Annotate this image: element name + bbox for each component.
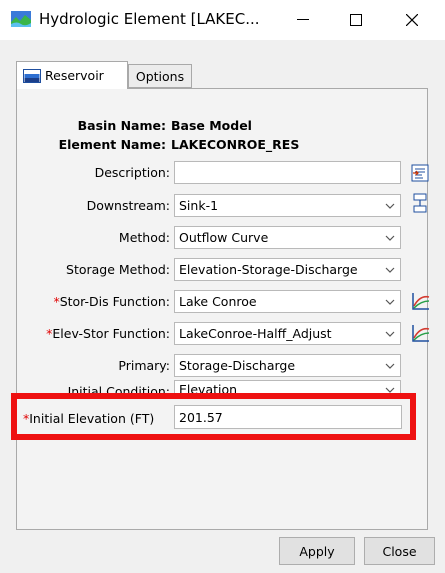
storage-method-label: Storage Method: <box>66 262 170 277</box>
stor-dis-function-select[interactable]: Lake Conroe <box>174 290 401 313</box>
tab-reservoir-label: Reservoir <box>45 68 104 83</box>
storage-method-select[interactable]: Elevation-Storage-Discharge <box>174 258 401 281</box>
description-input[interactable] <box>174 161 401 184</box>
window-title: Hydrologic Element [LAKEC... <box>39 10 260 28</box>
primary-select[interactable]: Storage-Discharge <box>174 354 401 377</box>
chevron-down-icon <box>385 331 395 337</box>
apply-button[interactable]: Apply <box>279 537 355 565</box>
stor-dis-function-label-text: Stor-Dis Function: <box>59 294 170 309</box>
method-label: Method: <box>118 230 170 245</box>
elev-stor-function-select[interactable]: LakeConroe-Halff_Adjust <box>174 322 401 345</box>
maximize-icon <box>350 14 362 26</box>
chart-icon <box>412 325 430 342</box>
chart-icon <box>412 293 430 310</box>
description-editor-icon <box>411 164 429 182</box>
chevron-down-icon <box>385 203 395 209</box>
elev-stor-function-value: LakeConroe-Halff_Adjust <box>179 326 332 341</box>
element-name-value: LAKECONROE_RES <box>171 137 300 152</box>
elev-stor-function-chart-button[interactable] <box>410 322 432 344</box>
chevron-down-icon <box>385 299 395 305</box>
elev-stor-function-label: *Elev-Stor Function: <box>46 326 170 341</box>
description-label: Description: <box>94 165 170 180</box>
initial-elevation-value: 201.57 <box>179 409 223 425</box>
element-name-label: Element Name: <box>58 137 166 152</box>
elev-stor-function-label-text: Elev-Stor Function: <box>52 326 170 341</box>
title-bar: Hydrologic Element [LAKEC... <box>0 0 445 40</box>
downstream-value: Sink-1 <box>179 198 219 213</box>
network-icon <box>413 193 427 213</box>
chevron-down-icon <box>385 235 395 241</box>
close-window-button[interactable] <box>390 0 434 40</box>
maximize-button[interactable] <box>334 0 378 40</box>
stor-dis-function-value: Lake Conroe <box>179 294 257 309</box>
stor-dis-function-label: *Stor-Dis Function: <box>53 294 170 309</box>
downstream-network-button[interactable] <box>409 192 431 214</box>
description-editor-button[interactable] <box>409 162 431 184</box>
method-select[interactable]: Outflow Curve <box>174 226 401 249</box>
basin-name-value: Base Model <box>171 118 252 133</box>
close-icon <box>406 14 418 26</box>
tab-options[interactable]: Options <box>128 64 192 88</box>
minimize-icon <box>297 19 309 20</box>
method-value: Outflow Curve <box>179 230 269 245</box>
basin-name-label: Basin Name: <box>77 118 166 133</box>
initial-elevation-label-text: Initial Elevation (FT) <box>29 411 155 426</box>
initial-elevation-input[interactable]: 201.57 <box>174 405 402 429</box>
close-button[interactable]: Close <box>364 537 435 565</box>
stor-dis-function-chart-button[interactable] <box>410 290 432 312</box>
storage-method-value: Elevation-Storage-Discharge <box>179 262 358 277</box>
downstream-select[interactable]: Sink-1 <box>174 194 401 217</box>
primary-label: Primary: <box>118 358 170 373</box>
app-icon <box>11 11 31 27</box>
chevron-down-icon <box>385 363 395 369</box>
initial-elevation-label: *Initial Elevation (FT) <box>23 411 154 426</box>
tab-reservoir[interactable]: Reservoir <box>16 61 128 89</box>
minimize-button[interactable] <box>281 0 325 40</box>
tab-options-label: Options <box>135 68 185 84</box>
primary-value: Storage-Discharge <box>179 358 296 373</box>
reservoir-icon <box>23 68 41 83</box>
downstream-label: Downstream: <box>86 198 170 213</box>
chevron-down-icon <box>385 267 395 273</box>
